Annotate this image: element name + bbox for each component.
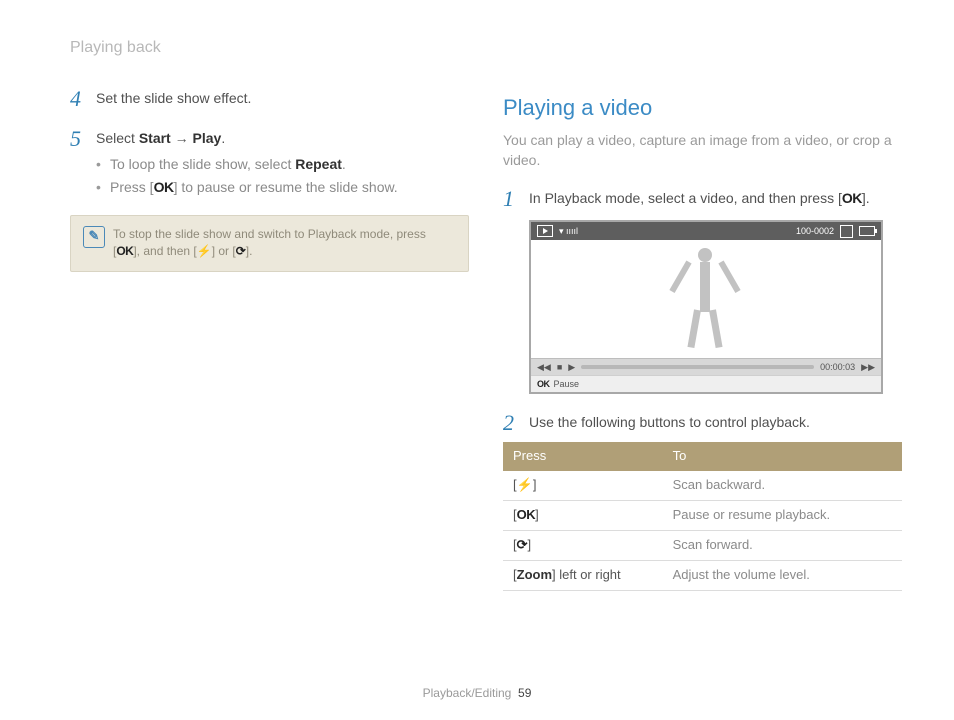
table-row: [⚡] Scan backward. bbox=[503, 471, 902, 500]
signal-icon: ▾ ııııl bbox=[559, 225, 578, 238]
screen-content bbox=[531, 240, 881, 358]
ok-icon: OK bbox=[154, 179, 174, 195]
play-icon: ▶ bbox=[568, 361, 575, 374]
step-5: 5 Select Start → Play. To loop the slide… bbox=[70, 128, 469, 197]
note-icon: ✎ bbox=[83, 226, 105, 248]
playback-icon bbox=[537, 225, 553, 237]
time-label: 00:00:03 bbox=[820, 361, 855, 374]
step-text: In Playback mode, select a video, and th… bbox=[529, 188, 902, 210]
step-text: Select Start → Play. To loop the slide s… bbox=[96, 128, 469, 197]
timer-icon: ⟳ bbox=[517, 537, 528, 552]
bullet-repeat: To loop the slide show, select Repeat. bbox=[96, 154, 469, 174]
ok-icon: OK bbox=[842, 190, 862, 206]
progress-bar bbox=[581, 365, 814, 369]
sub-bullets: To loop the slide show, select Repeat. P… bbox=[96, 154, 469, 197]
rewind-icon: ◀◀ bbox=[537, 361, 551, 374]
flash-icon: ⚡ bbox=[197, 244, 212, 258]
th-press: Press bbox=[503, 442, 663, 471]
step-number: 5 bbox=[70, 128, 86, 197]
screen-topbar: ▾ ııııl 100-0002 bbox=[531, 222, 881, 240]
bullet-ok: Press [OK] to pause or resume the slide … bbox=[96, 177, 469, 197]
section-desc: You can play a video, capture an image f… bbox=[503, 130, 902, 171]
step-text: Set the slide show effect. bbox=[96, 88, 469, 110]
step-1: 1 In Playback mode, select a video, and … bbox=[503, 188, 902, 210]
table-row: [OK] Pause or resume playback. bbox=[503, 501, 902, 531]
ok-action-label: Pause bbox=[554, 378, 580, 391]
breadcrumb: Playing back bbox=[70, 36, 161, 59]
step-number: 1 bbox=[503, 188, 519, 210]
step-number: 2 bbox=[503, 412, 519, 434]
forward-icon: ▶▶ bbox=[861, 361, 875, 374]
flash-icon: ⚡ bbox=[517, 477, 533, 492]
table-row: [Zoom] left or right Adjust the volume l… bbox=[503, 560, 902, 590]
screen-bottombar: OK Pause bbox=[531, 375, 881, 392]
battery-icon bbox=[859, 226, 875, 236]
table-row: [⟳] Scan forward. bbox=[503, 531, 902, 561]
step-2: 2 Use the following buttons to control p… bbox=[503, 412, 902, 434]
buttons-table: Press To [⚡] Scan backward. [OK] Pause o… bbox=[503, 442, 902, 590]
card-icon bbox=[840, 225, 853, 238]
step-text: Use the following buttons to control pla… bbox=[529, 412, 902, 434]
ok-icon: OK bbox=[517, 507, 536, 522]
ok-icon: OK bbox=[537, 378, 550, 391]
ok-icon: OK bbox=[116, 244, 133, 258]
counter: 100-0002 bbox=[796, 225, 834, 238]
manual-page: Playing back 4 Set the slide show effect… bbox=[0, 0, 954, 720]
timer-icon: ⟳ bbox=[236, 244, 246, 258]
th-to: To bbox=[663, 442, 902, 471]
section-heading: Playing a video bbox=[503, 92, 902, 124]
person-silhouette bbox=[678, 248, 732, 348]
stop-icon: ■ bbox=[557, 361, 562, 374]
note-box: ✎ To stop the slide show and switch to P… bbox=[70, 215, 469, 272]
left-column: 4 Set the slide show effect. 5 Select St… bbox=[70, 70, 469, 591]
note-text: To stop the slide show and switch to Pla… bbox=[113, 226, 456, 261]
camera-screen: ▾ ııııl 100-0002 ◀◀ bbox=[529, 220, 883, 394]
page-footer: Playback/Editing 59 bbox=[0, 685, 954, 702]
step-4: 4 Set the slide show effect. bbox=[70, 88, 469, 110]
right-column: Playing a video You can play a video, ca… bbox=[503, 70, 902, 591]
step-number: 4 bbox=[70, 88, 86, 110]
screen-controls: ◀◀ ■ ▶ 00:00:03 ▶▶ bbox=[531, 358, 881, 375]
